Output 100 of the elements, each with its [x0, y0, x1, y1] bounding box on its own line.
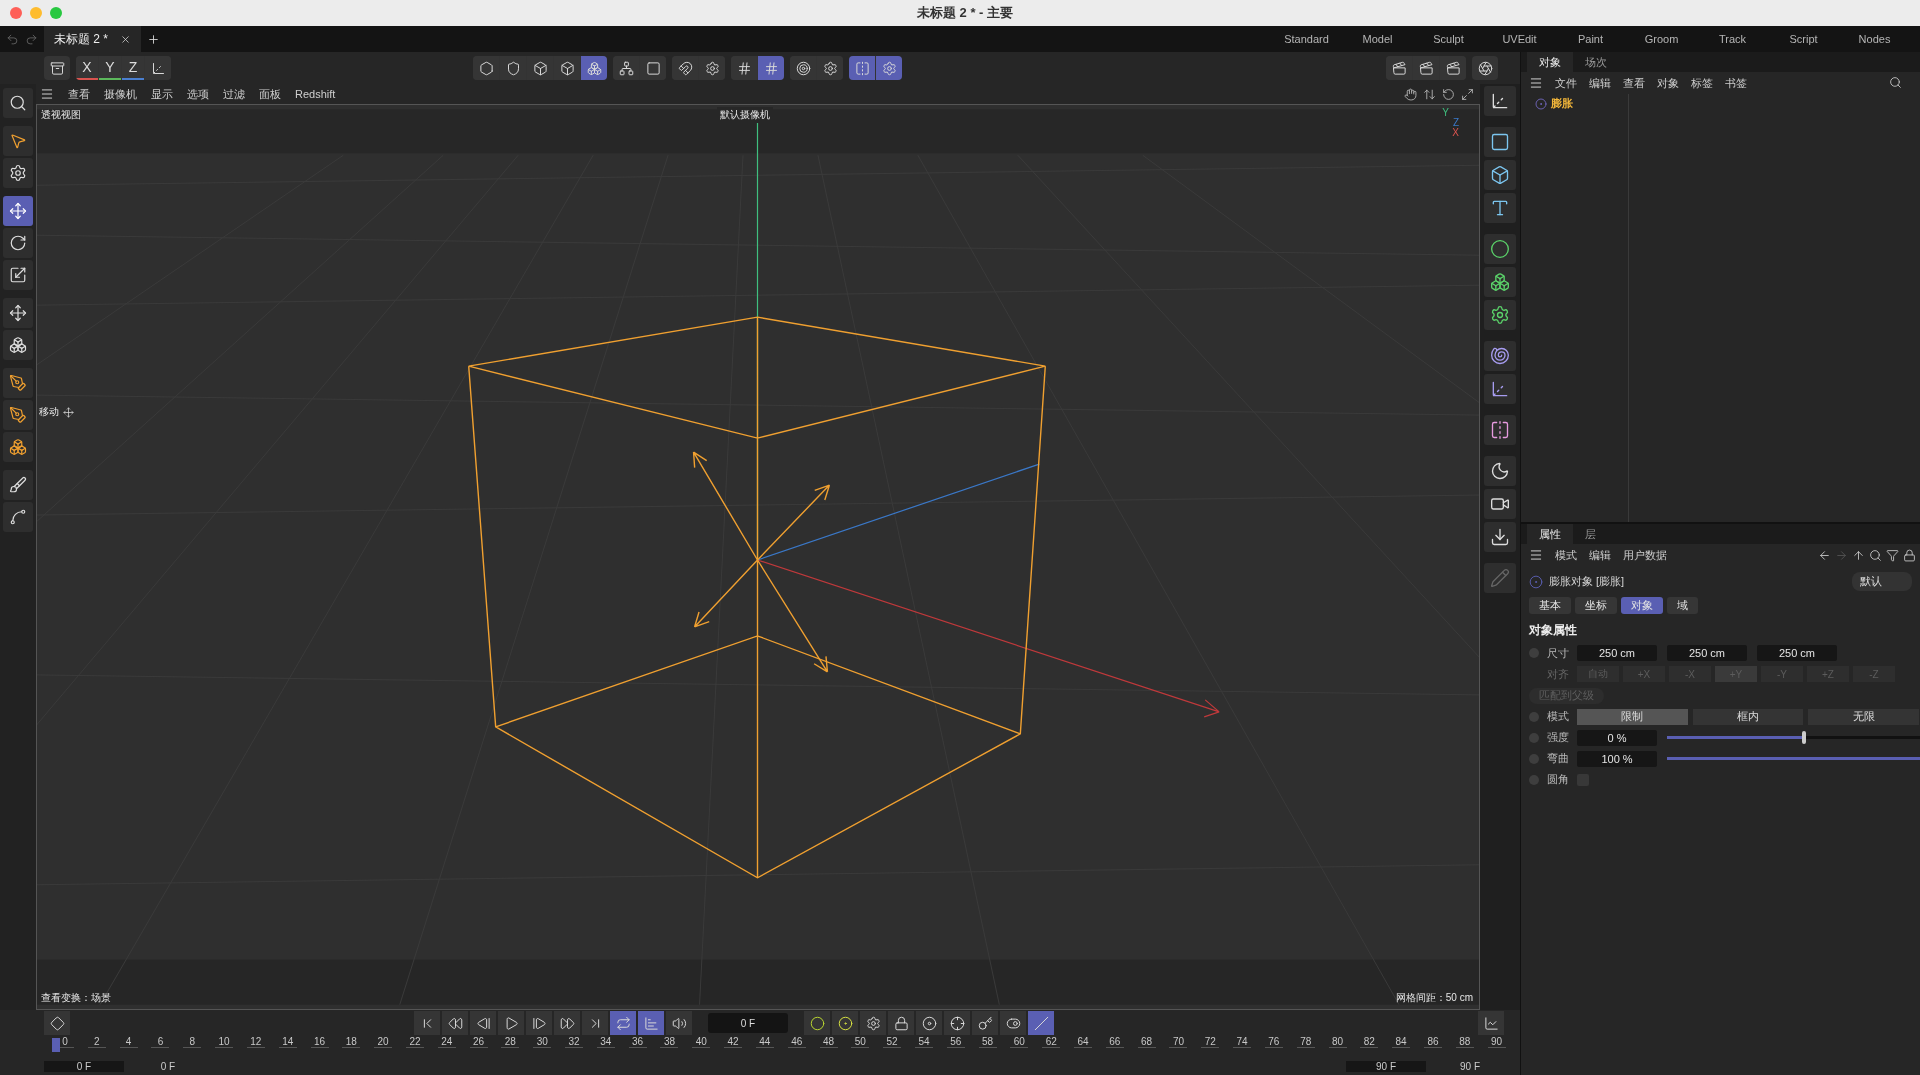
section-tab[interactable]: 基本	[1529, 597, 1571, 614]
section-tab[interactable]: 坐标	[1575, 597, 1617, 614]
frame-number: 12	[246, 1036, 265, 1048]
frame-number: 90	[1487, 1036, 1506, 1048]
mode-option[interactable]: 框内	[1692, 708, 1805, 725]
frame-number: 86	[1423, 1036, 1442, 1048]
axis-label: X	[1452, 127, 1459, 138]
panel-tab[interactable]: 层	[1573, 524, 1608, 544]
field-label: 强度	[1547, 730, 1570, 745]
frame-range-field[interactable]: 0 F	[128, 1061, 208, 1072]
frame-number: 6	[151, 1036, 170, 1048]
frame-number: 88	[1455, 1036, 1474, 1048]
frame-number: 42	[724, 1036, 743, 1048]
viewport-menu-item[interactable]: 摄像机	[104, 86, 137, 102]
frame-range-field[interactable]: 90 F	[1430, 1061, 1510, 1072]
menu-item[interactable]: 编辑	[1589, 547, 1611, 563]
frame-number: 74	[1233, 1036, 1252, 1048]
window-title: 未标题 2 * - 主要	[915, 4, 1015, 22]
view-name: 透视视图	[41, 108, 81, 122]
axis-label: Y	[1442, 107, 1449, 118]
value-field[interactable]: 250 cm	[1667, 645, 1747, 661]
timeline-ruler[interactable]: 0 2 4 6 8 10 12 14 16 18 20 22 24 26 28 30 32 34 36 38 40 42 44 46 48 50 52 54 56 58 60 62 64 66 68 70 72 74 76 78 80 82 84 86 88 90	[0, 1036, 1520, 1058]
frame-number: 28	[501, 1036, 520, 1048]
object-name[interactable]: 膨胀	[1551, 96, 1573, 111]
frame-number: 4	[119, 1036, 138, 1048]
value-field[interactable]: 100 %	[1577, 750, 1657, 767]
value-field[interactable]: 250 cm	[1757, 645, 1837, 661]
panel-tab[interactable]: 场次	[1573, 52, 1619, 72]
viewport-menu-item[interactable]: 过滤	[223, 86, 245, 102]
viewport-menu-item[interactable]: 显示	[151, 86, 173, 102]
frame-number: 8	[183, 1036, 202, 1048]
layout-tab[interactable]: Track	[1697, 33, 1768, 45]
layout-tab[interactable]: Sculpt	[1413, 33, 1484, 45]
section-tab[interactable]: 对象	[1621, 597, 1663, 614]
preset-dropdown[interactable]: 默认	[1852, 572, 1912, 591]
frame-number: 72	[1201, 1036, 1220, 1048]
menu-item[interactable]: 文件	[1555, 75, 1577, 91]
frame-number: 70	[1169, 1036, 1188, 1048]
frame-number: 16	[310, 1036, 329, 1048]
grid-spacing: 网格间距：50 cm	[1395, 991, 1473, 1005]
layout-tab[interactable]: UVEdit	[1484, 33, 1555, 45]
frame-number: 44	[755, 1036, 774, 1048]
frame-range-field[interactable]: 90 F	[1346, 1061, 1426, 1072]
frame-number: 82	[1360, 1036, 1379, 1048]
field-label: 尺寸	[1547, 645, 1570, 661]
panel-tab[interactable]: 对象	[1527, 52, 1573, 72]
menu-item[interactable]: 标签	[1691, 75, 1713, 91]
menu-item[interactable]: 用户数据	[1623, 547, 1667, 563]
frame-number: 26	[469, 1036, 488, 1048]
frame-number: 68	[1137, 1036, 1156, 1048]
layout-tab[interactable]: Standard	[1271, 33, 1342, 45]
frame-number: 20	[374, 1036, 393, 1048]
layout-tab[interactable]: Script	[1768, 33, 1839, 45]
layout-tab[interactable]: Groom	[1626, 33, 1697, 45]
panel-tab[interactable]: 属性	[1527, 524, 1573, 544]
layout-tab[interactable]: Model	[1342, 33, 1413, 45]
frame-number: 50	[851, 1036, 870, 1048]
current-frame-field[interactable]: 0 F	[708, 1013, 788, 1033]
viewport-menu-item[interactable]: 查看	[68, 86, 90, 102]
frame-number: 14	[278, 1036, 297, 1048]
frame-number: 30	[533, 1036, 552, 1048]
menu-item[interactable]: 查看	[1623, 75, 1645, 91]
object-title: 膨胀对象 [膨胀]	[1549, 574, 1625, 589]
layout-tab[interactable]: Nodes	[1839, 33, 1910, 45]
frame-number: 32	[565, 1036, 583, 1048]
viewport-menu-item[interactable]: Redshift	[295, 88, 336, 100]
section-title: 对象属性	[1528, 622, 1578, 639]
frame-number: 46	[787, 1036, 806, 1048]
menu-item[interactable]: 书签	[1725, 75, 1747, 91]
frame-number: 64	[1074, 1036, 1092, 1048]
frame-number: 84	[1392, 1036, 1411, 1048]
frame-number: 58	[978, 1036, 997, 1048]
menu-item[interactable]: 模式	[1555, 547, 1577, 563]
viewport[interactable]: 透视视图 默认摄像机 Y Z X 移动 查看变换：场景 网格间距：50 cm	[36, 104, 1480, 1010]
frame-number: 38	[660, 1036, 679, 1048]
frame-number: 2	[87, 1036, 106, 1048]
mode-option[interactable]: 限制	[1577, 708, 1689, 725]
value-field[interactable]: 250 cm	[1577, 645, 1657, 661]
field-label: 圆角	[1547, 772, 1570, 787]
frame-number: 76	[1264, 1036, 1283, 1048]
frame-number: 22	[405, 1036, 424, 1048]
viewport-menu-item[interactable]: 选项	[187, 86, 209, 102]
layout-tab[interactable]: Paint	[1555, 33, 1626, 45]
viewport-menu-item[interactable]: 面板	[259, 86, 281, 102]
frame-number: 78	[1296, 1036, 1315, 1048]
menu-item[interactable]: 对象	[1657, 75, 1679, 91]
axis-lock-button[interactable]: X	[76, 56, 98, 80]
tool-label: 移动	[39, 405, 59, 419]
menu-item[interactable]: 编辑	[1589, 75, 1611, 91]
camera-name: 默认摄像机	[717, 107, 773, 123]
mode-option[interactable]: 无限	[1808, 708, 1920, 725]
value-field[interactable]: 0 %	[1577, 729, 1657, 746]
axis-label: Z	[1452, 117, 1459, 128]
frame-range-field[interactable]: 0 F	[44, 1061, 124, 1072]
section-tab[interactable]: 域	[1667, 597, 1698, 614]
frame-number: 60	[1010, 1036, 1029, 1048]
frame-number: 56	[946, 1036, 965, 1048]
field-label: 对齐	[1547, 666, 1570, 682]
tab-label: 未标题 2 *	[54, 30, 108, 48]
document-tab[interactable]: 未标题 2 *	[44, 26, 141, 52]
